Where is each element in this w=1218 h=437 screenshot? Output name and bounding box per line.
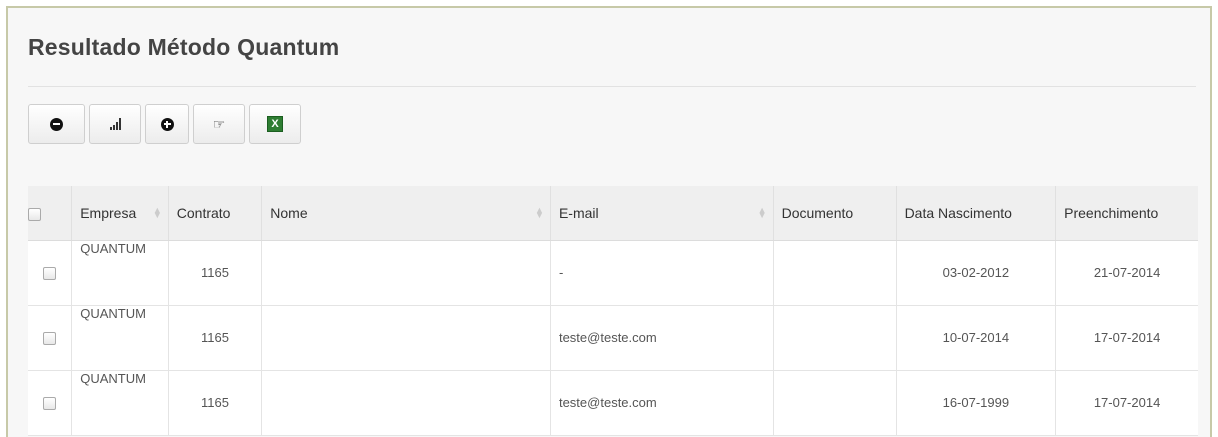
cell-documento [772,240,897,306]
cell-preenchimento: 21-07-2014 [1055,240,1198,306]
sort-icon: ▲ ▼ [152,204,162,220]
cell-empresa: QUANTUM [71,240,169,306]
cell-nome [261,305,551,371]
column-header-contrato[interactable]: Contrato [167,186,262,241]
plus-circle-icon [160,117,174,131]
excel-icon: X [267,116,283,132]
header-label: Contrato [176,204,231,221]
header-label: Empresa [80,204,137,221]
cell-empresa: QUANTUM [71,305,169,371]
header-label: E-mail [558,204,599,221]
row-checkbox[interactable] [43,267,57,281]
cell-contrato: 1165 [167,240,262,306]
row-select-cell [28,370,72,436]
column-header-empresa[interactable]: Empresa ▲ ▼ [71,186,169,241]
results-table: Empresa ▲ ▼ Contrato Nome ▲ ▼ E-mail ▲ ▼ Do… [28,186,1198,436]
export-excel-button[interactable]: X [249,104,301,144]
select-all-cell [28,186,72,241]
row-checkbox[interactable] [43,397,57,411]
add-button[interactable] [145,104,189,144]
cell-data-nascimento: 10-07-2014 [895,305,1056,371]
cell-documento [772,305,897,371]
cell-nome [261,370,551,436]
header-label: Data Nascimento [904,204,1012,221]
column-header-email[interactable]: E-mail ▲ ▼ [549,186,774,241]
column-header-data-nascimento[interactable]: Data Nascimento [895,186,1056,241]
cell-preenchimento: 17-07-2014 [1055,305,1198,371]
header-label: Nome [270,204,308,221]
signal-bars-icon [109,118,121,130]
header-label: Preenchimento [1064,204,1159,221]
cell-email: teste@teste.com [549,305,774,371]
minus-circle-icon [50,117,63,131]
column-header-nome[interactable]: Nome ▲ ▼ [261,186,551,241]
chart-button[interactable] [89,104,141,144]
row-select-cell [28,305,72,371]
cell-data-nascimento: 03-02-2012 [895,240,1056,306]
cell-preenchimento: 17-07-2014 [1055,370,1198,436]
cell-contrato: 1165 [167,370,262,436]
cell-contrato: 1165 [167,305,262,371]
sort-icon: ▲ ▼ [757,204,767,220]
table-header-row: Empresa ▲ ▼ Contrato Nome ▲ ▼ E-mail ▲ ▼ Do… [28,186,1198,241]
toolbar: ☞ X [28,104,301,144]
column-header-documento[interactable]: Documento [772,186,897,241]
column-header-preenchimento[interactable]: Preenchimento [1055,186,1198,241]
cell-email: - [549,240,774,306]
cell-empresa: QUANTUM [71,370,169,436]
select-all-checkbox[interactable] [28,207,41,221]
cell-documento [772,370,897,436]
content-panel: Resultado Método Quantum ☞ X Empresa ▲ ▼… [6,6,1212,437]
row-checkbox[interactable] [43,332,57,346]
table-row[interactable]: QUANTUM 1165 teste@teste.com 10-07-2014 … [28,305,1198,371]
header-label: Documento [781,204,854,221]
page-title: Resultado Método Quantum [28,34,340,60]
sort-icon: ▲ ▼ [535,204,544,220]
hand-pointer-icon: ☞ [212,116,226,132]
remove-button[interactable] [28,104,85,144]
table-row[interactable]: QUANTUM 1165 teste@teste.com 16-07-1999 … [28,370,1198,436]
row-select-cell [28,240,72,306]
title-divider [28,86,1196,87]
cell-nome [261,240,551,306]
select-button[interactable]: ☞ [193,104,245,144]
cell-email: teste@teste.com [549,370,774,436]
table-row[interactable]: QUANTUM 1165 - 03-02-2012 21-07-2014 [28,240,1198,306]
cell-data-nascimento: 16-07-1999 [895,370,1056,436]
